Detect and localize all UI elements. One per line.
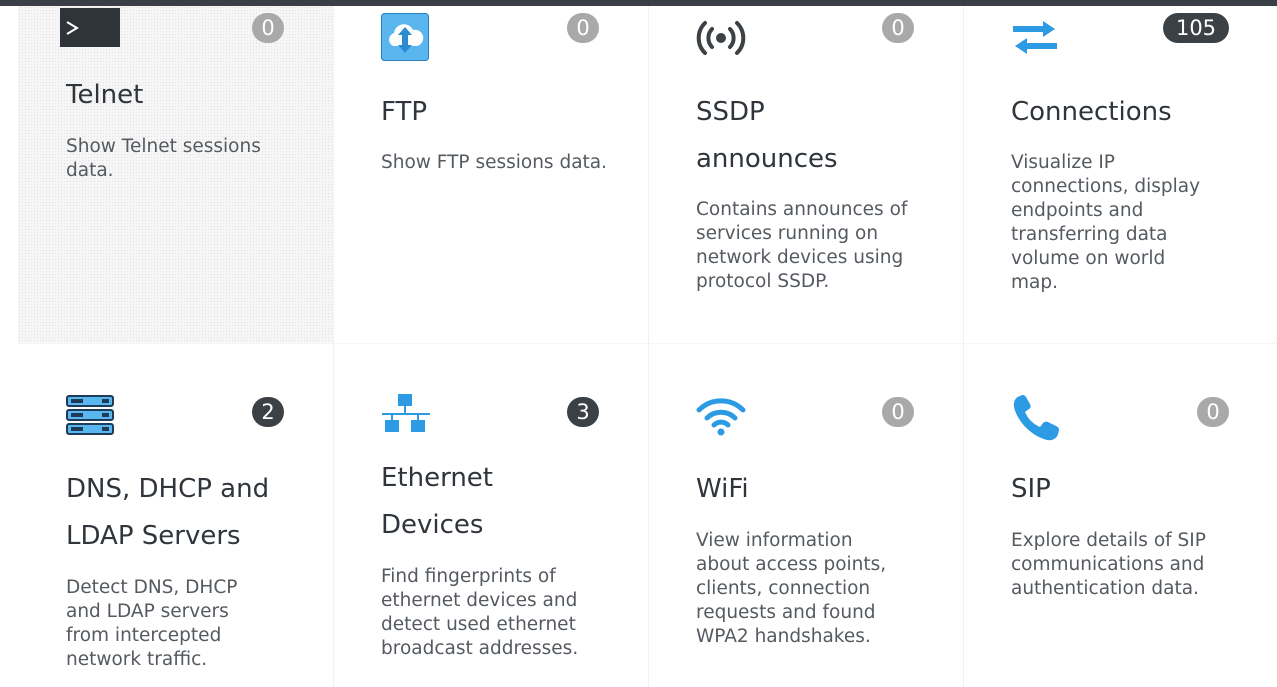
count-badge: 3: [567, 397, 599, 427]
tile-title: SIP: [1011, 474, 1051, 504]
broadcast-icon: [696, 18, 746, 62]
cloud-transfer-icon: [381, 13, 429, 65]
wifi-icon: [696, 394, 746, 440]
transfer-arrows-icon: [1011, 20, 1059, 60]
tile-connections[interactable]: 105 Connections Visualize IP connections…: [963, 6, 1277, 343]
server-rack-icon: [66, 395, 114, 439]
terminal-icon: [60, 8, 120, 51]
tile-description: View information about access points, cl…: [696, 530, 887, 647]
tile-wifi[interactable]: 0 WiFi View information about access poi…: [648, 343, 963, 687]
tile-description: Explore details of SIP communications an…: [1011, 530, 1206, 599]
tile-title: FTP: [381, 97, 428, 127]
tile-ssdp[interactable]: 0 SSDP announces Contains announces of s…: [648, 6, 963, 343]
tile-description: Find fingerprints of ethernet devices an…: [381, 566, 579, 659]
tile-dns-dhcp-ldap[interactable]: 2 DNS, DHCP and LDAP Servers Detect DNS,…: [18, 343, 333, 687]
count-badge: 2: [252, 397, 284, 427]
count-badge: 0: [567, 13, 599, 43]
tile-telnet[interactable]: 0 Telnet Show Telnet sessions data.: [18, 6, 333, 343]
tile-description: Show Telnet sessions data.: [66, 136, 261, 181]
tile-description: Visualize IP connections, display endpoi…: [1011, 152, 1201, 293]
tile-title: Connections: [1011, 97, 1172, 127]
count-badge: 105: [1163, 13, 1229, 43]
network-topology-icon: [381, 394, 431, 438]
tile-title: DNS, DHCP and LDAP Servers: [66, 474, 270, 551]
tile-title: SSDP announces: [696, 97, 838, 174]
tile-description: Detect DNS, DHCP and LDAP servers from i…: [66, 577, 238, 670]
count-badge: 0: [252, 13, 284, 43]
tile-title: WiFi: [696, 474, 749, 504]
tile-ethernet-devices[interactable]: 3 Ethernet Devices Find fingerprints of …: [333, 343, 648, 687]
count-badge: 0: [1197, 397, 1229, 427]
tile-title: Telnet: [66, 80, 144, 110]
dashboard-grid: 0 Telnet Show Telnet sessions data. 0 FT…: [18, 6, 1277, 687]
count-badge: 0: [882, 397, 914, 427]
tile-description: Contains announces of services running o…: [696, 199, 908, 292]
tile-title: Ethernet Devices: [381, 463, 493, 540]
tile-description: Show FTP sessions data.: [381, 152, 608, 173]
count-badge: 0: [882, 13, 914, 43]
tile-sip[interactable]: 0 SIP Explore details of SIP communicati…: [963, 343, 1277, 687]
phone-icon: [1011, 393, 1061, 447]
tile-ftp[interactable]: 0 FTP Show FTP sessions data.: [333, 6, 648, 343]
